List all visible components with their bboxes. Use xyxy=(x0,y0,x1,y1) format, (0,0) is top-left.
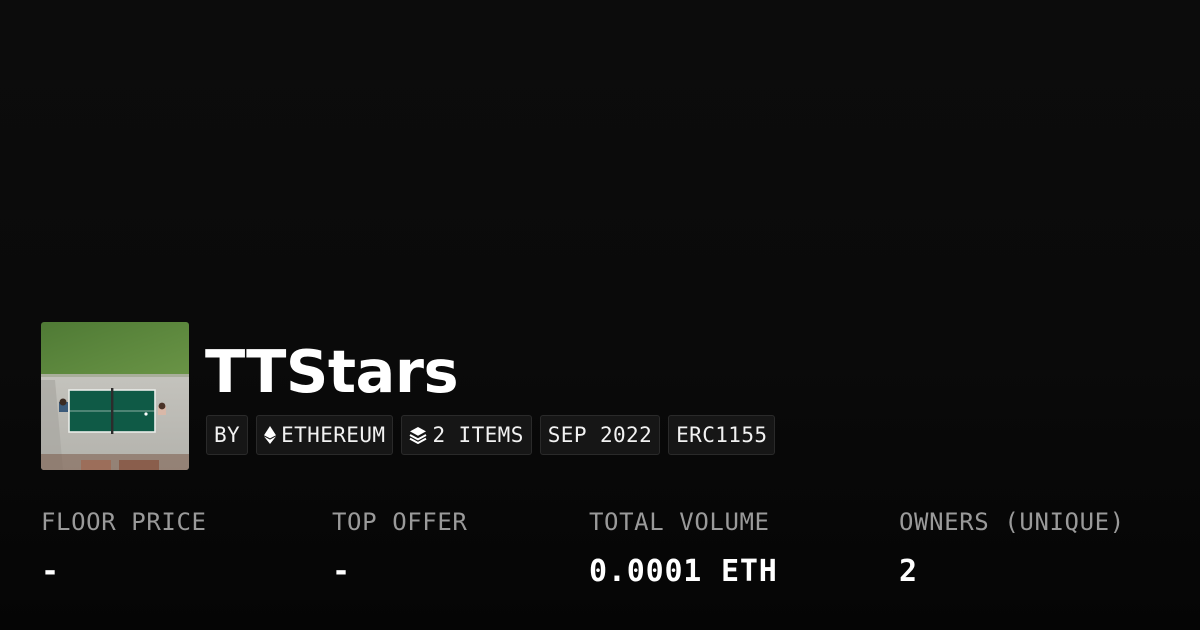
stat-floor-price-label: FLOOR PRICE xyxy=(41,508,207,536)
ethereum-icon xyxy=(264,426,277,444)
standard-badge: ERC1155 xyxy=(668,415,776,455)
stat-owners-label: OWNERS (UNIQUE) xyxy=(899,508,1125,536)
stat-top-offer-value: - xyxy=(332,554,351,589)
stat-owners: OWNERS (UNIQUE) 2 xyxy=(899,505,1125,589)
items-badge: 2 ITEMS xyxy=(401,415,532,455)
creator-badge-label: BY xyxy=(214,423,241,447)
stat-owners-value: 2 xyxy=(899,554,918,589)
collection-image xyxy=(41,322,189,470)
date-badge-label: SEP 2022 xyxy=(547,423,653,447)
layers-icon xyxy=(409,426,427,444)
chain-badge: ETHEREUM xyxy=(256,415,394,455)
date-badge: SEP 2022 xyxy=(539,415,661,455)
stat-top-offer: TOP OFFER - xyxy=(332,505,467,589)
collection-title: TTStars xyxy=(205,337,459,406)
stat-top-offer-label: TOP OFFER xyxy=(332,508,468,536)
stat-total-volume-label: TOTAL VOLUME xyxy=(589,508,770,536)
stat-total-volume: TOTAL VOLUME 0.0001 ETH xyxy=(589,505,778,589)
stat-total-volume-value: 0.0001 ETH xyxy=(589,554,778,589)
ping-pong-table-aerial-photo xyxy=(41,322,189,470)
stat-floor-price-value: - xyxy=(41,554,60,589)
chain-badge-label: ETHEREUM xyxy=(281,423,386,447)
creator-badge[interactable]: BY xyxy=(206,415,249,455)
items-badge-label: 2 ITEMS xyxy=(432,423,524,447)
stat-floor-price: FLOOR PRICE - xyxy=(41,505,207,589)
standard-badge-label: ERC1155 xyxy=(676,423,768,447)
collection-badges: BY ETHEREUM 2 ITEMS SEP 2022 ERC1155 xyxy=(206,415,776,455)
